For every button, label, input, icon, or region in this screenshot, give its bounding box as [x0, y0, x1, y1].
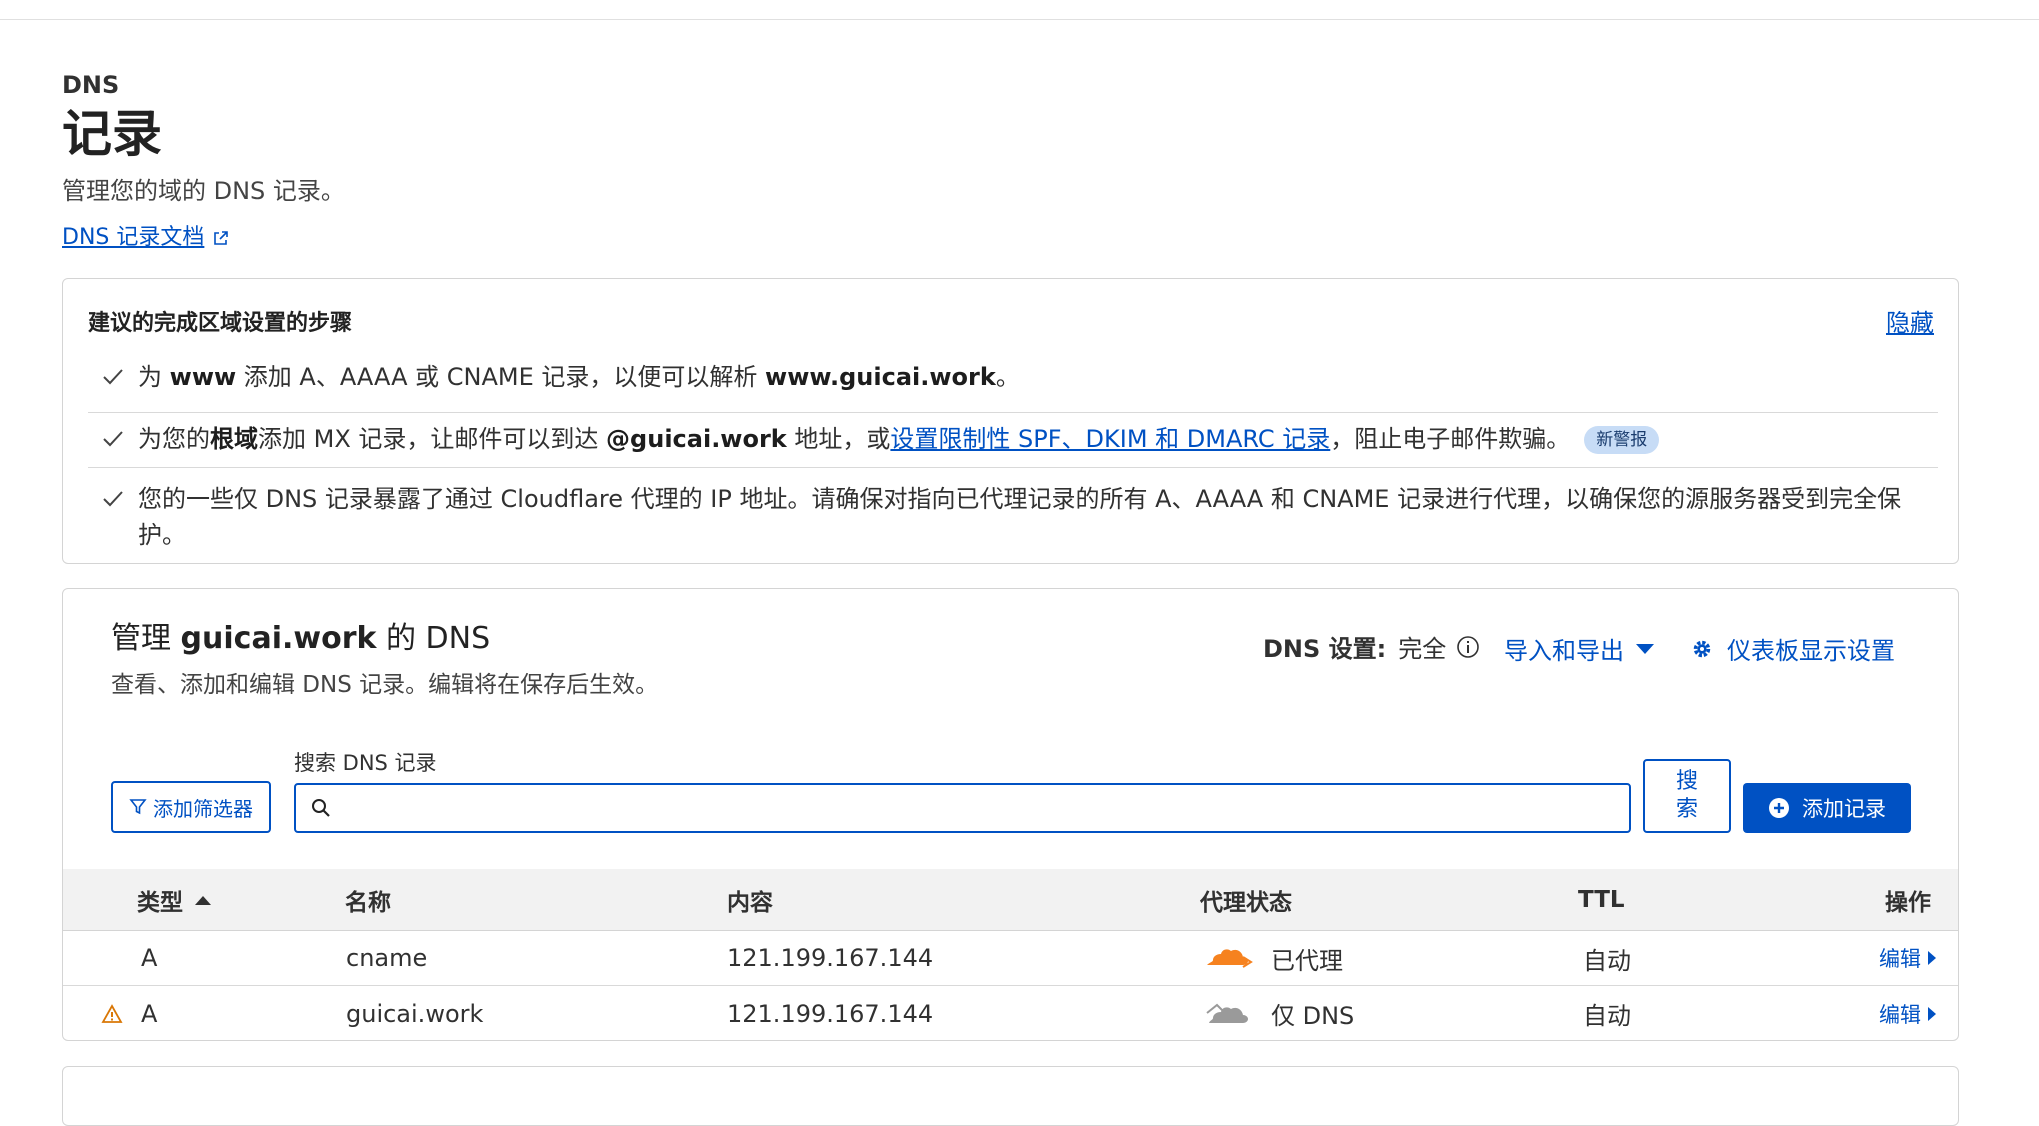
check-icon — [103, 431, 123, 447]
dns-only-cloud-icon — [1206, 1003, 1248, 1023]
record-ttl: 自动 — [1583, 946, 1631, 975]
table-row: A guicai.work 121.199.167.144 仅 DNS 自动 编… — [63, 986, 1958, 1040]
import-export-dropdown[interactable]: 导入和导出 — [1504, 631, 1656, 666]
edit-label: 编辑 — [1879, 1002, 1921, 1027]
email-security-link[interactable]: 设置限制性 SPF、DKIM 和 DMARC 记录 — [890, 425, 1330, 453]
dashboard-display-settings-link[interactable]: 仪表板显示设置 — [1691, 631, 1895, 666]
column-name: 名称 — [345, 889, 391, 916]
setup-step-www-text: 为 www 添加 A、AAAA 或 CNAME 记录，以便可以解析 www.gu… — [138, 363, 1020, 391]
search-icon — [312, 799, 330, 817]
setup-step-proxy: 您的一些仅 DNS 记录暴露了通过 Cloudflare 代理的 IP 地址。请… — [88, 475, 1938, 555]
setup-steps-title: 建议的完成区域设置的步骤 — [88, 311, 353, 336]
add-filter-button[interactable]: 添加筛选器 — [111, 781, 271, 833]
dns-setting-label: DNS 设置: — [1263, 635, 1387, 663]
edit-label: 编辑 — [1879, 947, 1921, 971]
caret-right-icon — [1928, 951, 1936, 965]
search-field[interactable] — [294, 783, 1631, 833]
column-content: 内容 — [727, 889, 773, 916]
column-actions: 操作 — [1885, 889, 1931, 916]
add-record-button[interactable]: 添加记录 — [1743, 783, 1911, 833]
record-name: cname — [346, 944, 428, 972]
import-export-label: 导入和导出 — [1504, 637, 1624, 665]
setup-step-proxy-text: 您的一些仅 DNS 记录暴露了通过 Cloudflare 代理的 IP 地址。请… — [138, 485, 1902, 549]
search-label: 搜索 DNS 记录 — [294, 751, 437, 775]
record-ttl: 自动 — [1583, 1002, 1631, 1030]
next-section-card — [62, 1066, 1959, 1126]
sort-asc-icon — [195, 895, 211, 905]
top-bar — [0, 0, 2039, 20]
dns-card-subtitle: 查看、添加和编辑 DNS 记录。编辑将在保存后生效。 — [111, 672, 659, 698]
proxy-status[interactable]: 仅 DNS — [1203, 986, 1355, 1040]
dns-setting-value: 完全 — [1398, 635, 1447, 663]
setup-step-mx: 为您的根域添加 MX 记录，让邮件可以到达 @guicai.work 地址，或设… — [88, 413, 1938, 468]
record-content: 121.199.167.144 — [727, 999, 934, 1028]
setup-step-mx-text: 为您的根域添加 MX 记录，让邮件可以到达 @guicai.work 地址，或设… — [138, 421, 1660, 457]
proxied-cloud-icon — [1207, 949, 1253, 968]
check-icon — [103, 369, 123, 385]
dns-docs-link[interactable]: DNS 记录文档 — [62, 224, 230, 252]
page-title: 记录 — [62, 105, 162, 163]
caret-down-icon — [1636, 643, 1654, 654]
dashboard-display-settings-label: 仪表板显示设置 — [1727, 637, 1895, 665]
dns-card-title: 管理 guicai.work 的 DNS — [111, 621, 491, 656]
proxy-status[interactable]: 已代理 — [1203, 931, 1343, 985]
records-table-header: 类型 名称 内容 代理状态 TTL 操作 — [63, 869, 1958, 931]
dns-management-card: 管理 guicai.work 的 DNS 查看、添加和编辑 DNS 记录。编辑将… — [62, 588, 1959, 1041]
add-filter-label: 添加筛选器 — [153, 796, 253, 821]
record-type: A — [141, 999, 158, 1028]
record-type: A — [141, 944, 158, 972]
page-description: 管理您的域的 DNS 记录。 — [62, 177, 345, 205]
plus-circle-icon — [1769, 798, 1789, 818]
new-alert-badge: 新警报 — [1584, 426, 1660, 454]
gear-icon — [1693, 640, 1711, 657]
search-input[interactable] — [340, 788, 1629, 828]
external-link-icon — [214, 231, 229, 245]
hide-steps-link[interactable]: 隐藏 — [1886, 303, 1934, 338]
edit-record-button[interactable]: 编辑 — [1879, 986, 1937, 1040]
proxy-status-label: 已代理 — [1271, 946, 1343, 975]
column-proxy-status: 代理状态 — [1200, 889, 1292, 916]
edit-record-button[interactable]: 编辑 — [1879, 931, 1937, 985]
add-record-label: 添加记录 — [1802, 797, 1886, 821]
page-header: DNS 记录 管理您的域的 DNS 记录。 DNS 记录文档 — [62, 70, 345, 252]
column-type[interactable]: 类型 — [137, 869, 213, 930]
page-eyebrow: DNS — [62, 71, 120, 99]
dns-setting: DNS 设置: 完全 — [1263, 629, 1480, 664]
filter-icon — [129, 799, 147, 815]
setup-step-www: 为 www 添加 A、AAAA 或 CNAME 记录，以便可以解析 www.gu… — [88, 359, 1938, 413]
column-ttl: TTL — [1578, 886, 1625, 913]
search-button[interactable]: 搜索 — [1643, 759, 1731, 833]
dns-docs-link-label: DNS 记录文档 — [62, 225, 205, 250]
check-icon — [103, 491, 123, 507]
setup-steps-card: 建议的完成区域设置的步骤 隐藏 为 www 添加 A、AAAA 或 CNAME … — [62, 278, 1959, 564]
info-icon[interactable] — [1456, 635, 1480, 659]
proxy-status-label: 仅 DNS — [1271, 1002, 1355, 1030]
record-content: 121.199.167.144 — [727, 944, 934, 972]
record-name: guicai.work — [346, 999, 484, 1028]
table-row: A cname 121.199.167.144 已代理 自动 编辑 — [63, 931, 1958, 986]
caret-right-icon — [1928, 1006, 1936, 1021]
warning-icon — [101, 986, 123, 1040]
